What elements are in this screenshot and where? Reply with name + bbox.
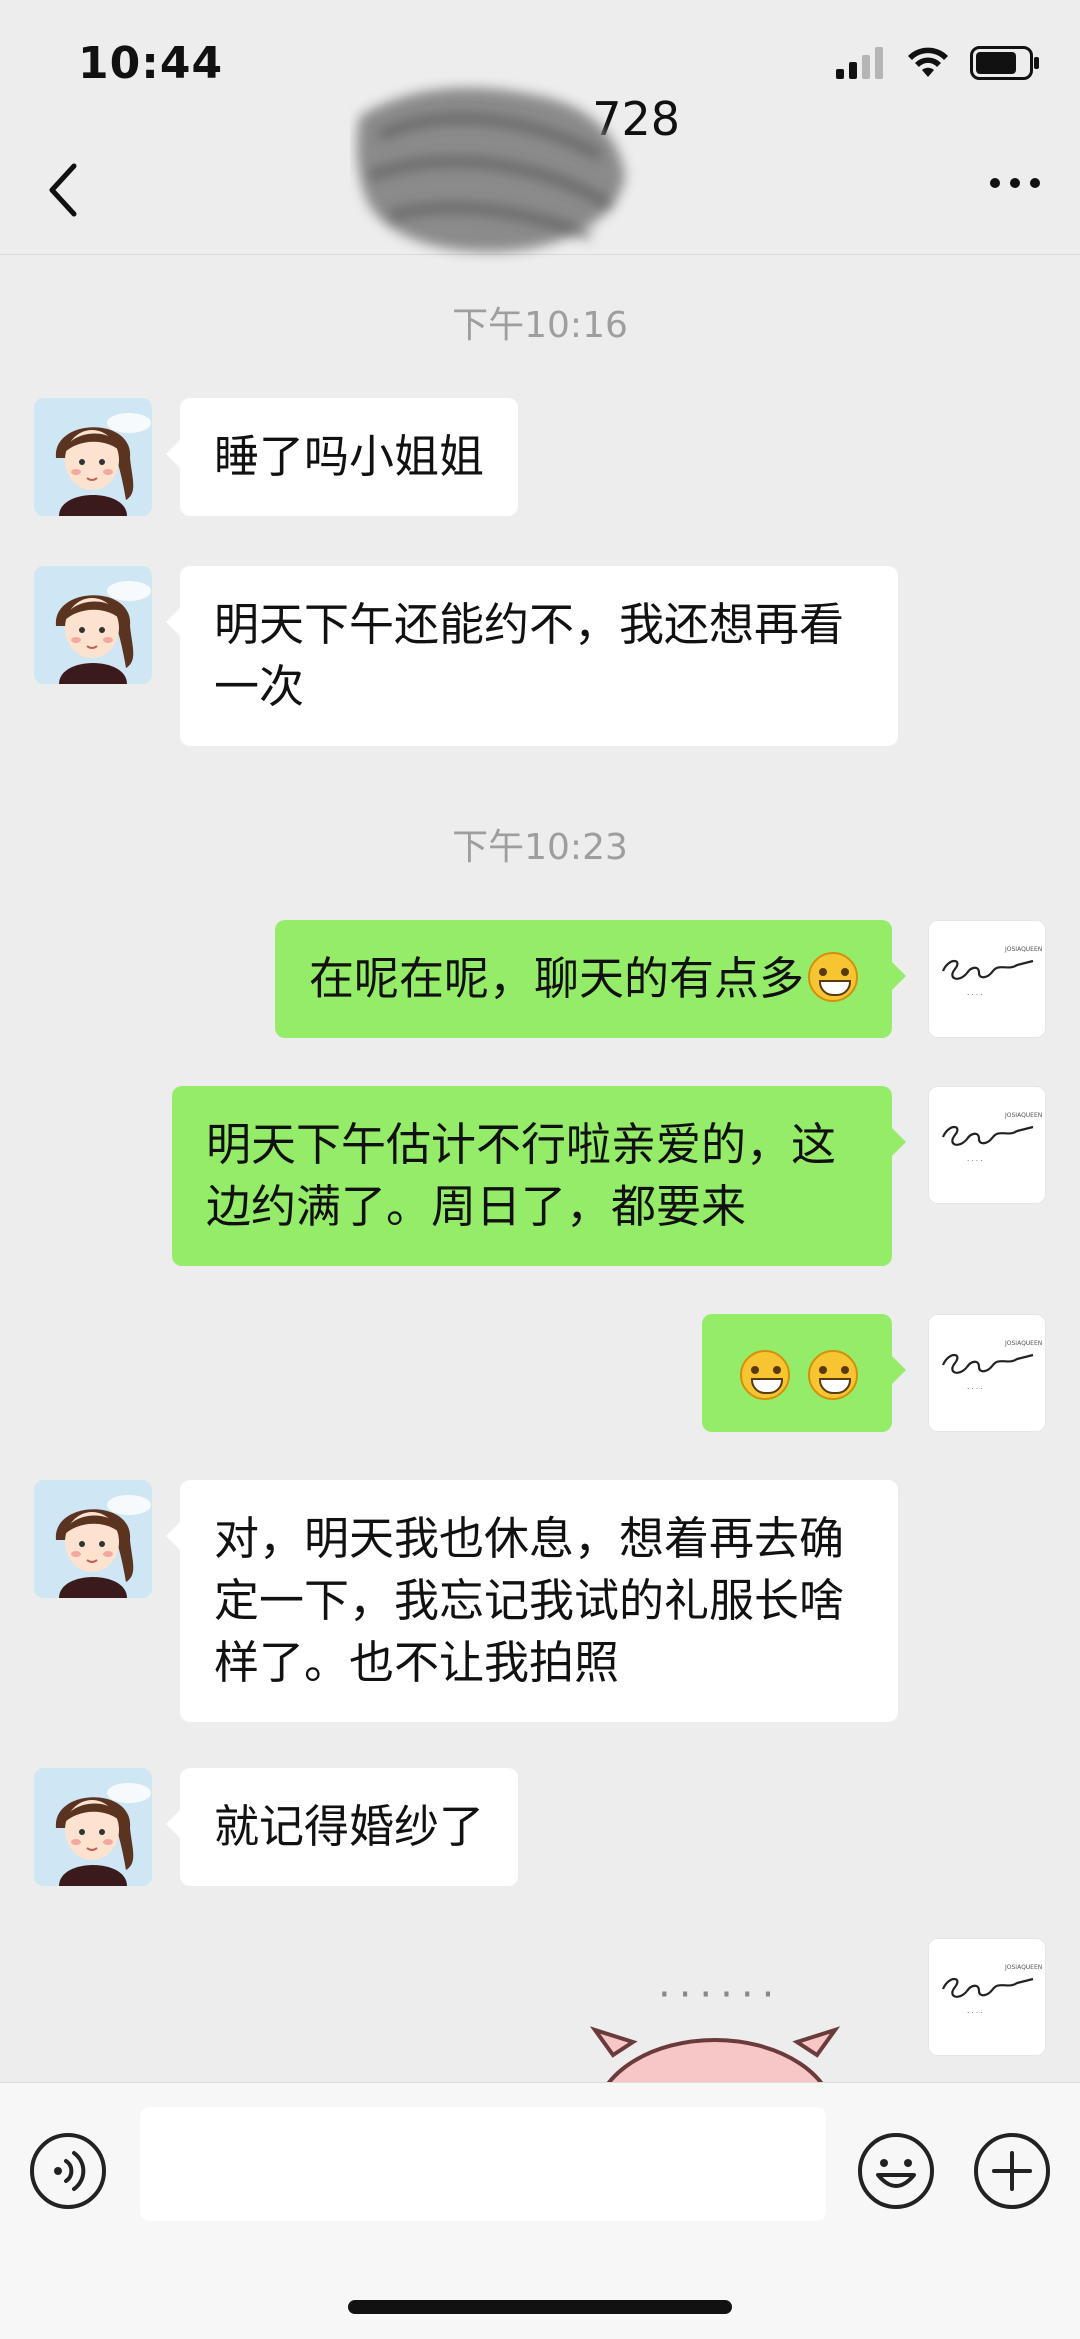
svg-text:· · · ·: · · · · bbox=[967, 1157, 983, 1165]
avatar-girl-icon bbox=[34, 1480, 152, 1598]
signature-logo-icon: JOSIAQUEEN · · · · bbox=[929, 1087, 1045, 1203]
signal-icon bbox=[836, 47, 883, 79]
avatar-girl-icon bbox=[34, 1768, 152, 1886]
more-options-icon[interactable] bbox=[990, 178, 1040, 188]
avatar-girl-icon bbox=[34, 566, 152, 684]
contact-avatar[interactable] bbox=[34, 1768, 152, 1886]
svg-text:JOSIAQUEEN: JOSIAQUEEN bbox=[1004, 1964, 1042, 1971]
emoji-icon[interactable] bbox=[856, 2131, 936, 2211]
contact-avatar[interactable] bbox=[34, 566, 152, 684]
status-time: 10:44 bbox=[78, 38, 224, 89]
plus-icon[interactable] bbox=[972, 2131, 1052, 2211]
message-input[interactable] bbox=[140, 2107, 826, 2221]
outgoing-message-bubble[interactable]: 明天下午估计不行啦亲爱的，这边约满了。周日了，都要来 bbox=[172, 1086, 906, 1266]
timestamp: 下午10:16 bbox=[452, 305, 628, 346]
chat-title-wrap: 728 bbox=[340, 87, 740, 300]
svg-text:· · · ·: · · · · bbox=[967, 2009, 983, 2017]
status-icons bbox=[836, 46, 1040, 80]
self-avatar[interactable]: JOSIAQUEEN · · · · bbox=[928, 1314, 1046, 1432]
battery-icon bbox=[970, 46, 1039, 80]
message-text: 在呢在呢，聊天的有点多 bbox=[308, 952, 804, 1005]
svg-text:JOSIAQUEEN: JOSIAQUEEN bbox=[1004, 946, 1042, 953]
timestamp: 下午10:23 bbox=[452, 827, 628, 868]
incoming-message-bubble[interactable]: 对，明天我也休息，想着再去确定一下，我忘记我试的礼服长啥样了。也不让我拍照 bbox=[166, 1480, 898, 1722]
outgoing-emoji-bubble[interactable] bbox=[701, 1314, 907, 1432]
voice-icon[interactable] bbox=[28, 2131, 108, 2211]
self-avatar[interactable]: JOSIAQUEEN · · · · bbox=[928, 1086, 1046, 1204]
svg-text:JOSIAQUEEN: JOSIAQUEEN bbox=[1004, 1112, 1042, 1119]
incoming-message-bubble[interactable]: 明天下午还能约不，我还想再看一次 bbox=[166, 566, 898, 746]
signature-logo-icon: JOSIAQUEEN · · · · bbox=[929, 1315, 1045, 1431]
svg-text:· · · ·: · · · · bbox=[967, 991, 983, 999]
svg-text:· · · ·: · · · · bbox=[967, 1385, 983, 1393]
self-avatar[interactable]: JOSIAQUEEN · · · · bbox=[928, 1938, 1046, 2056]
signature-logo-icon: JOSIAQUEEN · · · · bbox=[929, 921, 1045, 1037]
incoming-message-bubble[interactable]: 睡了吗小姐姐 bbox=[165, 398, 519, 516]
home-indicator bbox=[348, 2300, 732, 2314]
grin-emoji-icon bbox=[808, 952, 858, 1002]
outgoing-message-bubble[interactable]: 在呢在呢，聊天的有点多 bbox=[274, 920, 907, 1038]
svg-text:JOSIAQUEEN: JOSIAQUEEN bbox=[1004, 1340, 1042, 1347]
back-icon[interactable] bbox=[40, 160, 90, 220]
grin-emoji-icon bbox=[808, 1350, 858, 1400]
contact-avatar[interactable] bbox=[34, 398, 152, 516]
wifi-icon bbox=[908, 47, 948, 77]
grin-emoji-icon bbox=[739, 1350, 790, 1400]
contact-avatar[interactable] bbox=[34, 1480, 152, 1598]
redaction-scribble bbox=[356, 87, 625, 252]
incoming-message-bubble[interactable]: 就记得婚纱了 bbox=[165, 1768, 519, 1886]
self-avatar[interactable]: JOSIAQUEEN · · · · bbox=[928, 920, 1046, 1038]
avatar-girl-icon bbox=[34, 398, 152, 516]
signature-logo-icon: JOSIAQUEEN · · · · bbox=[929, 1939, 1045, 2055]
